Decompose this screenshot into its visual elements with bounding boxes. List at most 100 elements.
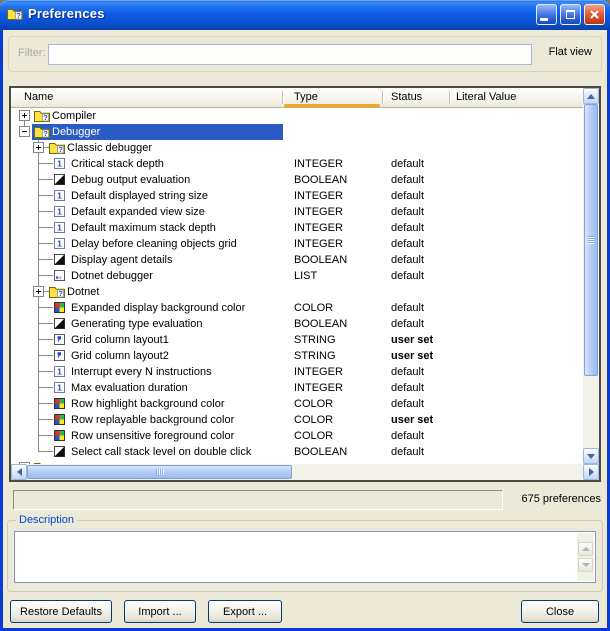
row-name: Max evaluation duration — [71, 380, 188, 396]
description-scrollbar — [577, 533, 594, 581]
tree-row[interactable]: 1Delay before cleaning objects gridINTEG… — [11, 236, 583, 252]
row-type: INTEGER — [294, 188, 384, 204]
preferences-count: 675 preferences — [522, 493, 602, 505]
row-type: INTEGER — [294, 236, 384, 252]
tree-row[interactable]: Debug output evaluationBOOLEANdefaultTru… — [11, 172, 583, 188]
tree-branch-line — [38, 275, 53, 276]
tree-row[interactable]: Generating type evaluationBOOLEANdefault… — [11, 316, 583, 332]
tree-branch-line — [38, 371, 53, 372]
row-status: default — [391, 252, 451, 268]
tree-branch-line — [38, 259, 53, 260]
row-type: INTEGER — [294, 380, 384, 396]
vertical-scrollbar-thumb[interactable] — [584, 104, 598, 376]
svg-text:1: 1 — [57, 383, 62, 393]
row-type: STRING — [294, 332, 384, 348]
description-scroll-down-button[interactable] — [578, 558, 593, 572]
row-name: Classic debugger — [67, 140, 152, 156]
row-type: STRING — [294, 348, 384, 364]
column-header-status[interactable]: Status — [391, 91, 422, 103]
row-type: BOOLEAN — [294, 316, 384, 332]
minimize-button[interactable] — [536, 4, 557, 25]
tree-branch-line — [38, 195, 53, 196]
maximize-button[interactable] — [560, 4, 581, 25]
scroll-up-button[interactable] — [583, 88, 599, 104]
column-divider[interactable] — [282, 91, 283, 104]
window-title: Preferences — [28, 6, 105, 21]
preferences-grid: Name Type Status Literal Value ?Compiler… — [9, 86, 601, 482]
tree-row[interactable]: Row replayable background colorCOLORuser… — [11, 412, 583, 428]
column-header-name[interactable]: Name — [24, 91, 53, 103]
tree-row[interactable]: 1Default displayed string sizeINTEGERdef… — [11, 188, 583, 204]
close-button[interactable] — [584, 4, 605, 25]
row-name: Default maximum stack depth — [71, 220, 216, 236]
sort-indicator — [284, 104, 380, 107]
row-name: Compiler — [52, 108, 96, 124]
scroll-down-button[interactable] — [583, 448, 599, 464]
export-button[interactable]: Export ... — [208, 600, 282, 623]
tree-branch-line — [38, 243, 53, 244]
arrow-left-icon — [17, 468, 22, 476]
svg-text:?: ? — [58, 289, 63, 298]
close-dialog-button[interactable]: Close — [521, 600, 599, 623]
tree-row[interactable]: 1Default expanded view sizeINTEGERdefaul… — [11, 204, 583, 220]
tree-row[interactable]: ?Debugger — [11, 124, 583, 140]
column-header-literal-value[interactable]: Literal Value — [456, 91, 516, 103]
tree-row[interactable]: Row highlight background colorCOLORdefau… — [11, 396, 583, 412]
row-name: Grid column layout2 — [71, 348, 169, 364]
svg-text:?: ? — [16, 11, 21, 20]
tree-row[interactable]: 1Critical stack depthINTEGERdefault1000 — [11, 156, 583, 172]
tree-branch-line — [38, 227, 53, 228]
horizontal-scrollbar-thumb[interactable] — [27, 465, 292, 479]
row-type: COLOR — [294, 396, 384, 412]
row-name: Row unsensitive foreground color — [71, 428, 234, 444]
restore-defaults-button[interactable]: Restore Defaults — [10, 600, 112, 623]
expand-plus-icon[interactable] — [33, 286, 44, 297]
row-status: default — [391, 236, 451, 252]
tree-row[interactable]: Grid column layout1STRINGuser set1:True:… — [11, 332, 583, 348]
tree-row[interactable]: Display agent detailsBOOLEANdefaultTrue — [11, 252, 583, 268]
row-name: Debug output evaluation — [71, 172, 190, 188]
row-type: COLOR — [294, 412, 384, 428]
row-type: INTEGER — [294, 220, 384, 236]
column-divider[interactable] — [449, 91, 450, 104]
tree-branch-line — [38, 403, 53, 404]
tree-row[interactable]: Grid column layout2STRINGuser set1:True:… — [11, 348, 583, 364]
tree-row[interactable]: ?Compiler — [11, 108, 583, 124]
expand-plus-icon[interactable] — [33, 142, 44, 153]
tree-row[interactable]: Dotnet debuggerLISTdefaultEiffelStudio D… — [11, 268, 583, 284]
tree-row[interactable]: Select call stack level on double clickB… — [11, 444, 583, 460]
collapse-minus-icon[interactable] — [19, 126, 30, 137]
tree-branch-line — [38, 179, 53, 180]
tree-row[interactable]: Row unsensitive foreground colorCOLORdef… — [11, 428, 583, 444]
scroll-right-button[interactable] — [583, 464, 599, 480]
row-status: default — [391, 220, 451, 236]
row-status: default — [391, 204, 451, 220]
row-name: Critical stack depth — [71, 156, 164, 172]
row-name: Row highlight background color — [71, 396, 224, 412]
tree-row[interactable]: ?Classic debugger — [11, 140, 583, 156]
row-type: COLOR — [294, 300, 384, 316]
tree-row[interactable]: 1Max evaluation durationINTEGERdefault5 — [11, 380, 583, 396]
description-textarea[interactable] — [14, 531, 596, 583]
grid-header: Name Type Status Literal Value — [11, 88, 583, 108]
tree-row[interactable]: 1Interrupt every N instructionsINTEGERde… — [11, 364, 583, 380]
scroll-left-button[interactable] — [11, 464, 27, 480]
row-type: BOOLEAN — [294, 444, 384, 460]
tree-row[interactable]: 1Default maximum stack depthINTEGERdefau… — [11, 220, 583, 236]
row-name: Expanded display background color — [71, 300, 245, 316]
tree-row[interactable]: ?Dotnet — [11, 284, 583, 300]
tree-row[interactable]: Expanded display background colorCOLORde… — [11, 300, 583, 316]
horizontal-scrollbar[interactable] — [11, 464, 599, 480]
row-name: Interrupt every N instructions — [71, 364, 212, 380]
description-scroll-up-button[interactable] — [578, 542, 593, 556]
column-header-type[interactable]: Type — [294, 91, 318, 103]
import-button[interactable]: Import ... — [124, 600, 196, 623]
vertical-scrollbar[interactable] — [583, 88, 599, 464]
column-divider[interactable] — [382, 91, 383, 104]
row-status: user set — [391, 348, 451, 364]
svg-text:?: ? — [43, 129, 48, 138]
filter-input[interactable] — [48, 44, 532, 65]
row-status: default — [391, 268, 451, 284]
flat-view-button[interactable]: Flat view — [549, 46, 592, 58]
expand-plus-icon[interactable] — [19, 110, 30, 121]
